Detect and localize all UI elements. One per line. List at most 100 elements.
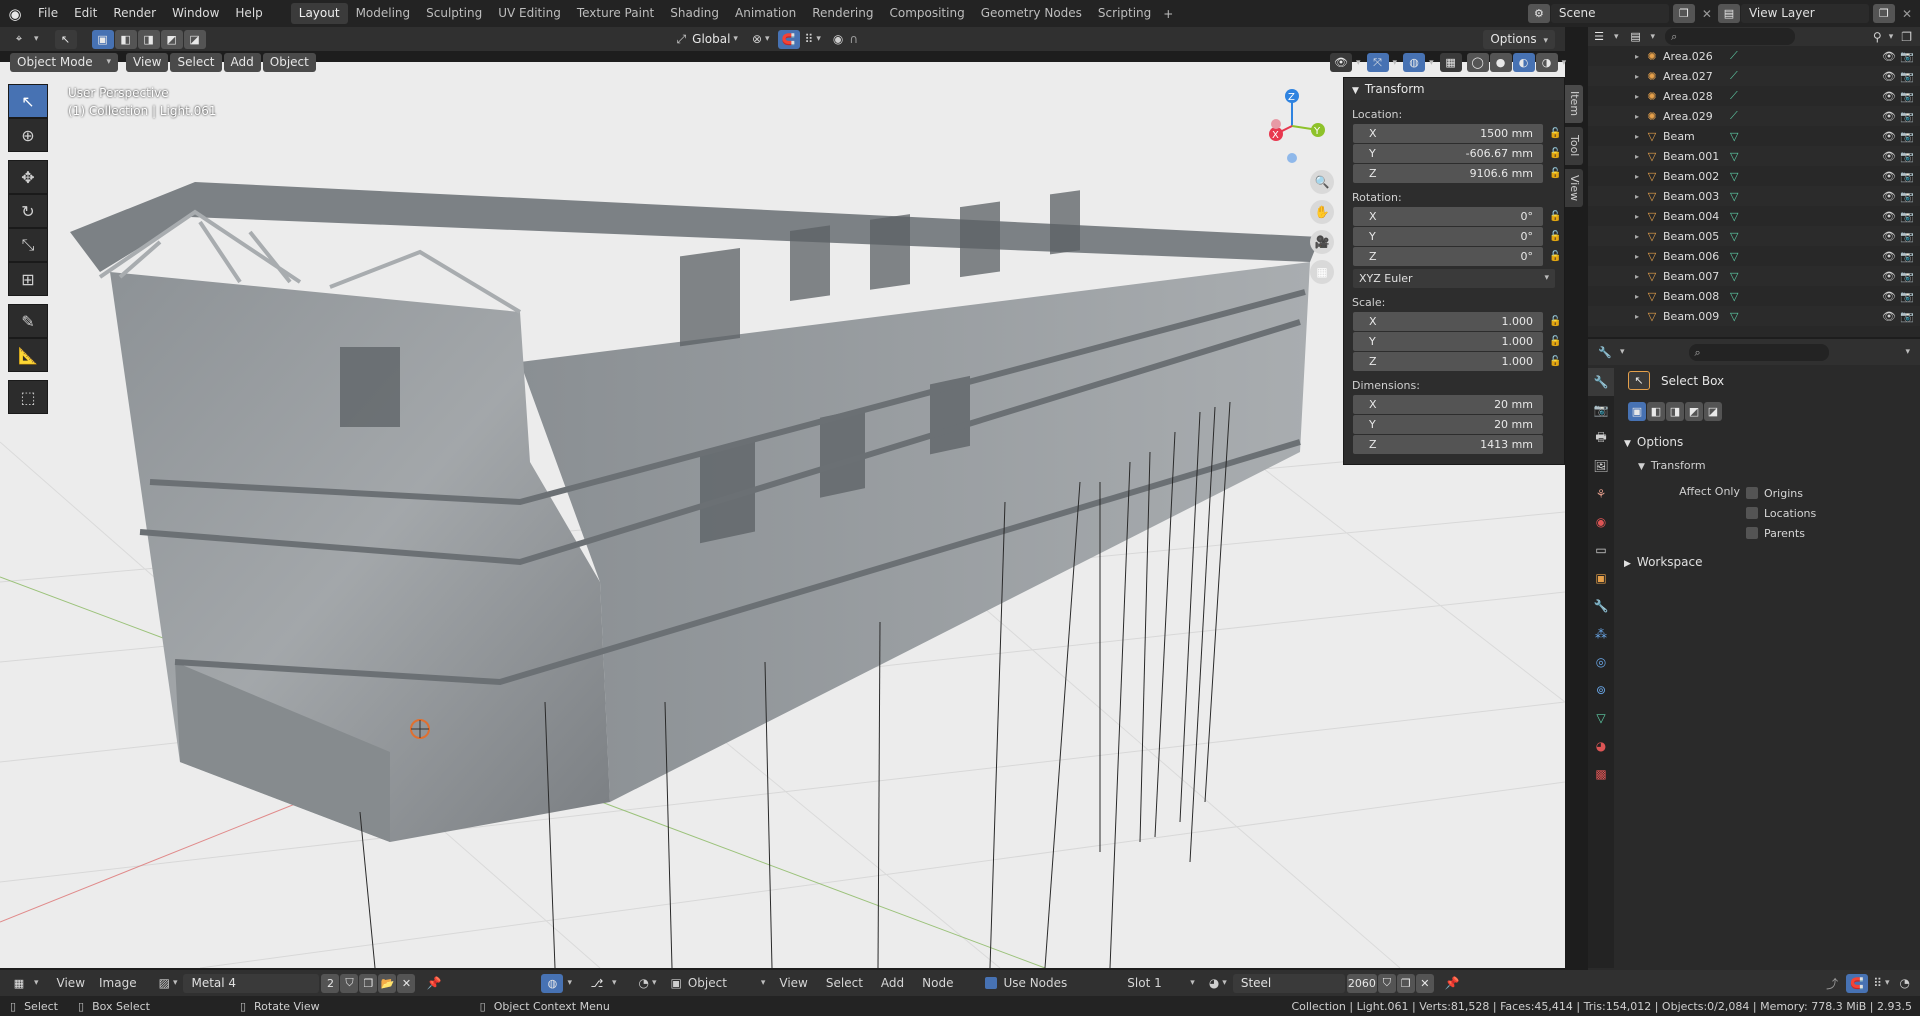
tab-scripting[interactable]: Scripting <box>1090 3 1159 24</box>
new-material-icon[interactable]: ❐ <box>1396 973 1415 993</box>
outliner-row[interactable]: ▸ ✺ Area.026 ⟋ 👁 📷 <box>1588 46 1920 66</box>
object-name[interactable]: Beam.002 <box>1660 170 1730 183</box>
menu-help[interactable]: Help <box>227 0 270 27</box>
filter-icon[interactable]: ⚲ <box>1873 30 1882 44</box>
object-name[interactable]: Beam.008 <box>1660 290 1730 303</box>
render-camera-icon[interactable]: 📷 <box>1900 50 1914 63</box>
mode-difference-icon[interactable]: ◩ <box>1685 402 1703 421</box>
viewport-menu-add[interactable]: Add <box>223 53 261 72</box>
close-scene-icon[interactable]: ✕ <box>1702 7 1712 21</box>
visibility-eye-icon[interactable]: 👁 <box>1882 110 1896 123</box>
transform-panel-header[interactable]: ▼ Transform <box>1344 78 1564 100</box>
mesh-data-icon[interactable]: ▽ <box>1730 150 1750 163</box>
add-workspace-button[interactable]: + <box>1159 7 1177 21</box>
lock-icon[interactable]: 🔓 <box>1549 356 1561 367</box>
scene-selector-icon[interactable]: ⚙ <box>1527 4 1550 23</box>
outliner-row[interactable]: ▸ ▽ Beam.003 ▽ 👁 📷 <box>1588 186 1920 206</box>
gizmo-toggle-icon[interactable]: ⤧ <box>1366 53 1389 72</box>
object-name[interactable]: Beam.004 <box>1660 210 1730 223</box>
scale-x-field[interactable]: X 1.000 <box>1353 311 1543 331</box>
material-browse-icon[interactable]: ◕ <box>1209 976 1219 990</box>
image-view-menu[interactable]: View <box>57 976 85 990</box>
render-camera-icon[interactable]: 📷 <box>1900 190 1914 203</box>
select-mode-intersect-icon[interactable]: ◪ <box>183 29 206 49</box>
viewport-menu-select[interactable]: Select <box>170 53 222 72</box>
unlink-material-icon[interactable]: ✕ <box>1415 973 1434 993</box>
parents-checkbox[interactable] <box>1746 527 1758 539</box>
mesh-data-icon[interactable]: ▽ <box>1730 250 1750 263</box>
shader-object-dropdown[interactable]: Object <box>688 976 758 990</box>
expand-icon[interactable]: ▸ <box>1630 272 1644 281</box>
tab-sculpting[interactable]: Sculpting <box>418 3 490 24</box>
transform-subsection[interactable]: ▼ Transform <box>1638 459 1706 472</box>
menu-render[interactable]: Render <box>105 0 164 27</box>
object-name[interactable]: Beam.009 <box>1660 310 1730 323</box>
options-section[interactable]: ▼ Options <box>1624 435 1683 449</box>
select-mode-subtract-icon[interactable]: ◨ <box>137 29 160 49</box>
data-tab-icon[interactable]: ▽ <box>1588 704 1614 732</box>
lock-icon[interactable]: 🔓 <box>1549 231 1561 242</box>
menu-window[interactable]: Window <box>164 0 227 27</box>
outliner-row[interactable]: ▸ ▽ Beam.002 ▽ 👁 📷 <box>1588 166 1920 186</box>
expand-icon[interactable]: ▸ <box>1630 232 1644 241</box>
expand-icon[interactable]: ▸ <box>1630 252 1644 261</box>
measure-tool-icon[interactable]: 📐 <box>8 338 48 372</box>
mesh-data-icon[interactable]: ▽ <box>1730 310 1750 323</box>
mesh-data-icon[interactable]: ▽ <box>1730 210 1750 223</box>
image-display-icon[interactable]: ◍ <box>541 973 564 993</box>
snap-target-icon[interactable]: ⠿ <box>805 32 814 46</box>
location-x-field[interactable]: X 1500 mm <box>1353 123 1543 143</box>
object-name[interactable]: Beam.005 <box>1660 230 1730 243</box>
tab-modeling[interactable]: Modeling <box>348 3 419 24</box>
visibility-eye-icon[interactable]: 👁 <box>1882 170 1896 183</box>
object-name[interactable]: Area.028 <box>1660 90 1730 103</box>
render-camera-icon[interactable]: 📷 <box>1900 130 1914 143</box>
object-name[interactable]: Beam.001 <box>1660 150 1730 163</box>
view-layer-tab-icon[interactable]: 🖼 <box>1588 452 1614 480</box>
tab-rendering[interactable]: Rendering <box>804 3 881 24</box>
material-fake-user-icon[interactable]: ⛉ <box>1377 973 1396 993</box>
outliner-row[interactable]: ▸ ▽ Beam.009 ▽ 👁 📷 <box>1588 306 1920 326</box>
properties-options-icon[interactable]: ▾ <box>1905 347 1910 357</box>
visibility-eye-icon[interactable]: 👁 <box>1882 90 1896 103</box>
texture-tab-icon[interactable]: ▩ <box>1588 760 1614 788</box>
close-view-layer-icon[interactable]: ✕ <box>1902 7 1912 21</box>
render-camera-icon[interactable]: 📷 <box>1900 150 1914 163</box>
outliner-row[interactable]: ▸ ✺ Area.027 ⟋ 👁 📷 <box>1588 66 1920 86</box>
image-browse-icon[interactable]: ▨ <box>159 976 170 990</box>
node-menu-view[interactable]: View <box>779 976 807 990</box>
active-tool-icon[interactable]: ↖ <box>54 29 77 49</box>
object-name[interactable]: Area.027 <box>1660 70 1730 83</box>
visibility-eye-icon[interactable]: 👁 <box>1882 190 1896 203</box>
scale-y-field[interactable]: Y 1.000 <box>1353 331 1543 351</box>
select-box-icon[interactable]: ↖ <box>1628 371 1650 390</box>
object-tab-icon[interactable]: ▣ <box>1588 564 1614 592</box>
expand-icon[interactable]: ▸ <box>1630 112 1644 121</box>
light-data-icon[interactable]: ⟋ <box>1730 69 1750 83</box>
world-tab-icon[interactable]: ◉ <box>1588 508 1614 536</box>
viewport-menu-object[interactable]: Object <box>262 53 316 72</box>
dimensions-z-field[interactable]: Z 1413 mm <box>1353 434 1543 454</box>
ortho-toggle-icon[interactable]: ▦ <box>1310 260 1334 284</box>
lock-icon[interactable]: 🔓 <box>1549 251 1561 262</box>
node-menu-add[interactable]: Add <box>881 976 904 990</box>
scale-tool-icon[interactable]: ⤡ <box>8 228 48 262</box>
material-name-field[interactable]: Steel <box>1232 973 1345 993</box>
visibility-eye-icon[interactable]: 👁 <box>1882 230 1896 243</box>
render-camera-icon[interactable]: 📷 <box>1900 310 1914 323</box>
rotation-y-field[interactable]: Y 0° <box>1353 226 1543 246</box>
node-editor-icon[interactable]: ⎇ <box>586 974 608 993</box>
properties-search-input[interactable]: ⌕ <box>1688 343 1829 361</box>
tab-texture-paint[interactable]: Texture Paint <box>569 3 662 24</box>
select-mode-invert-icon[interactable]: ◩ <box>160 29 183 49</box>
tab-layout[interactable]: Layout <box>290 3 348 24</box>
node-overlay-icon[interactable]: ◔ <box>1900 976 1910 990</box>
snap-toggle-icon[interactable]: 🧲 <box>777 29 800 49</box>
pin-icon[interactable]: 📌 <box>426 976 441 990</box>
visibility-eye-icon[interactable]: 👁 <box>1882 270 1896 283</box>
cursor-tool-icon[interactable]: ⊕ <box>8 118 48 152</box>
material-tab-icon[interactable]: ◕ <box>1588 732 1614 760</box>
scene-tab-icon[interactable]: ⚘ <box>1588 480 1614 508</box>
fake-user-icon[interactable]: ⛉ <box>340 973 359 993</box>
visibility-eye-icon[interactable]: 👁 <box>1882 250 1896 263</box>
